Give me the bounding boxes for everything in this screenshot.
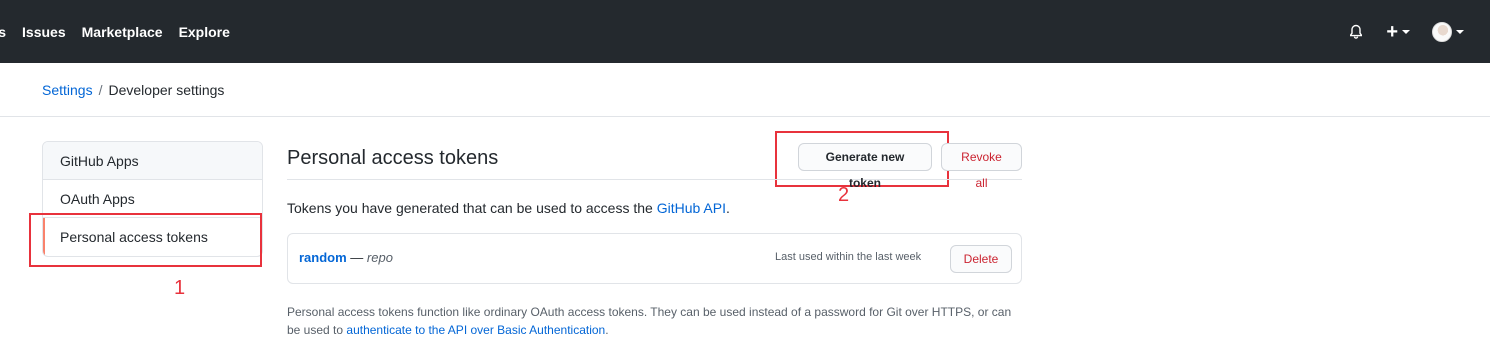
chevron-down-icon (1456, 29, 1464, 34)
tokens-note: Personal access tokens function like ord… (287, 303, 1022, 339)
basic-auth-link[interactable]: authenticate to the API over Basic Authe… (346, 323, 605, 337)
bell-icon[interactable] (1348, 24, 1364, 40)
annotation-box-1 (29, 213, 262, 267)
token-name-link[interactable]: random (299, 250, 347, 265)
token-scope: repo (366, 250, 393, 265)
token-last-used: Last used within the last week (775, 251, 922, 263)
nav-explore[interactable]: Explore (179, 24, 230, 40)
generate-new-token-button[interactable]: Generate new token (798, 143, 932, 190)
revoke-all-button[interactable]: Revoke all (941, 143, 1022, 190)
avatar (1432, 21, 1452, 42)
breadcrumb: Settings / Developer settings (42, 82, 224, 98)
breadcrumb-settings-link[interactable]: Settings (42, 82, 93, 98)
chevron-down-icon (1402, 29, 1410, 34)
description-suffix: . (725, 200, 730, 216)
token-row: random — repo Last used within the last … (287, 233, 1022, 284)
nav-marketplace[interactable]: Marketplace (82, 24, 163, 40)
tokens-description: Tokens you have generated that can be us… (287, 200, 1022, 216)
create-new-menu[interactable]: + (1386, 20, 1410, 43)
note-suffix: . (605, 323, 609, 337)
nav-issues[interactable]: Issues (22, 24, 66, 40)
annotation-label-1: 1 (174, 277, 186, 299)
breadcrumb-bar: Settings / Developer settings (0, 63, 1490, 117)
top-header: ests Issues Marketplace Explore + (0, 0, 1490, 63)
breadcrumb-separator: / (98, 82, 103, 98)
plus-icon: + (1386, 20, 1398, 43)
token-info: random — repo (299, 250, 393, 265)
token-dash: — (346, 250, 367, 265)
user-menu[interactable] (1432, 21, 1464, 42)
subhead: Personal access tokens Generate new toke… (287, 135, 1022, 190)
github-api-link[interactable]: GitHub API (657, 200, 726, 216)
delete-token-button[interactable]: Delete (950, 245, 1012, 273)
sidebar-item-github-apps[interactable]: GitHub Apps (43, 142, 262, 180)
description-text: Tokens you have generated that can be us… (287, 200, 657, 216)
page-title: Personal access tokens (287, 147, 499, 169)
header-nav: ests Issues Marketplace Explore (0, 0, 246, 63)
nav-pull-requests[interactable]: ests (0, 24, 6, 40)
breadcrumb-current: Developer settings (108, 82, 225, 98)
header-actions: + (1348, 0, 1464, 63)
main-content: Personal access tokens Generate new toke… (287, 135, 1022, 339)
